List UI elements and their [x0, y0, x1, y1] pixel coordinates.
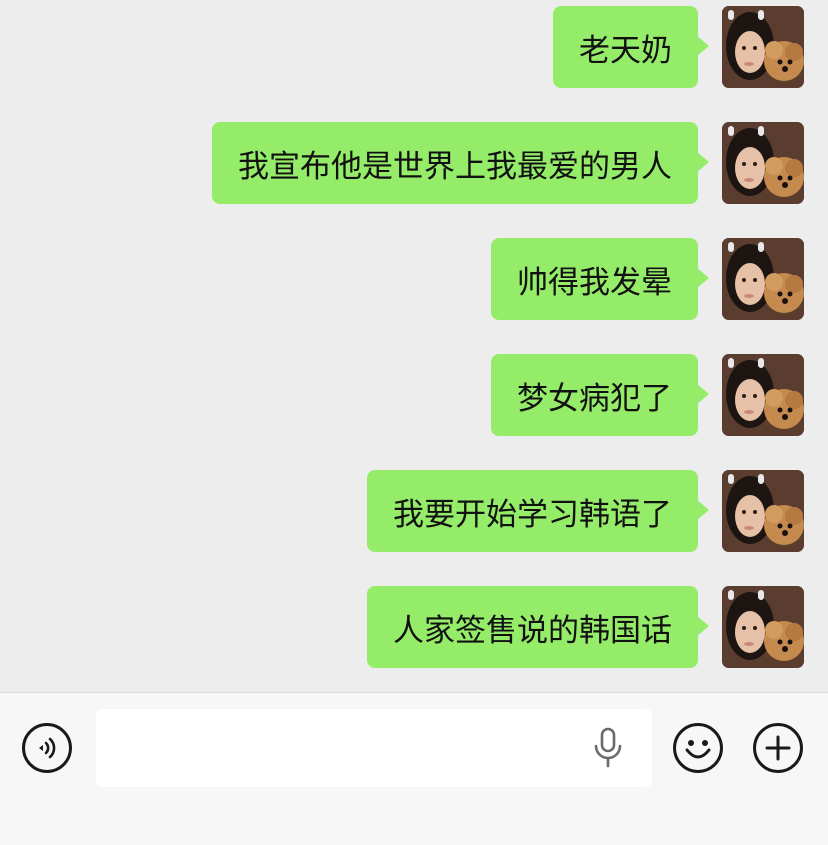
- input-bar: [0, 692, 828, 845]
- message-row: 人家签售说的韩国话: [367, 586, 804, 668]
- message-row: 我宣布他是世界上我最爱的男人: [212, 122, 804, 204]
- message-text: 人家签售说的韩国话: [393, 612, 672, 649]
- message-bubble[interactable]: 我宣布他是世界上我最爱的男人: [212, 122, 709, 204]
- message-text: 帅得我发晕: [517, 264, 672, 301]
- plus-icon: [765, 735, 791, 761]
- voice-wave-icon: [39, 737, 56, 759]
- message-row: 帅得我发晕: [491, 238, 804, 320]
- smiley-face-icon: [685, 740, 711, 759]
- message-bubble[interactable]: 我要开始学习韩语了: [367, 470, 709, 552]
- message-text: 我要开始学习韩语了: [393, 496, 672, 533]
- avatar[interactable]: [722, 6, 804, 88]
- avatar[interactable]: [722, 354, 804, 436]
- microphone-icon[interactable]: [592, 727, 624, 769]
- voice-button[interactable]: [22, 723, 72, 773]
- message-text: 梦女病犯了: [517, 380, 672, 417]
- message-text: 我宣布他是世界上我最爱的男人: [238, 148, 672, 185]
- message-row: 我要开始学习韩语了: [367, 470, 804, 552]
- message-input[interactable]: [96, 709, 652, 787]
- message-bubble[interactable]: 梦女病犯了: [491, 354, 709, 436]
- message-row: 梦女病犯了: [491, 354, 804, 436]
- message-text: 老天奶: [579, 32, 672, 69]
- emoji-button[interactable]: [673, 723, 723, 773]
- avatar[interactable]: [722, 470, 804, 552]
- message-bubble[interactable]: 人家签售说的韩国话: [367, 586, 709, 668]
- avatar[interactable]: [722, 238, 804, 320]
- avatar[interactable]: [722, 586, 804, 668]
- message-row: 老天奶: [553, 6, 804, 88]
- message-bubble[interactable]: 帅得我发晕: [491, 238, 709, 320]
- message-bubble[interactable]: 老天奶: [553, 6, 709, 88]
- more-button[interactable]: [753, 723, 803, 773]
- chat-area: 老天奶 我宣布他是世界上我最爱的男人 帅得我发晕 梦女病犯了 我要开始学习韩语了…: [0, 0, 828, 692]
- avatar[interactable]: [722, 122, 804, 204]
